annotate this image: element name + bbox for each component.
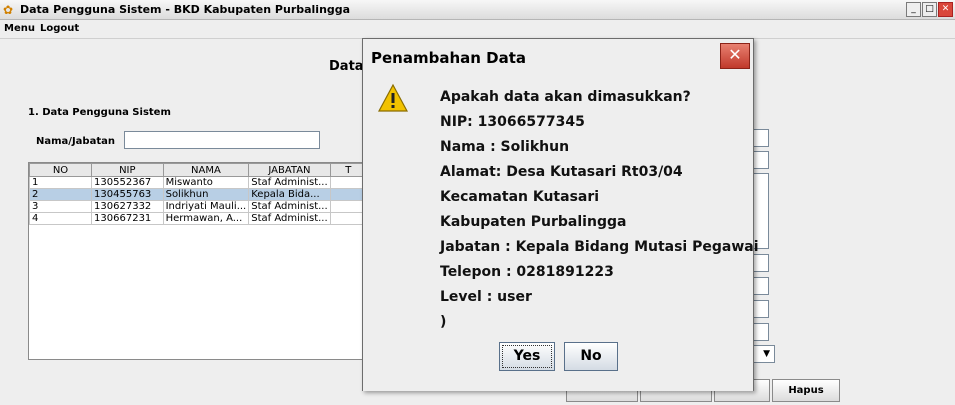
table-cell: 130667231 (91, 212, 164, 225)
dialog-body: Apakah data akan dimasukkan? NIP: 130665… (363, 73, 759, 391)
close-icon[interactable]: ✕ (720, 43, 750, 69)
table-cell: 1 (29, 176, 93, 189)
table-cell: Kepala Bida... (248, 188, 331, 201)
column-header-jabatan[interactable]: JABATAN (248, 163, 331, 177)
table-cell: 3 (29, 200, 93, 213)
table-cell: Solikhun (162, 188, 250, 201)
window-title: Data Pengguna Sistem - BKD Kabupaten Pur… (20, 3, 351, 16)
table-cell: Staf Administ... (248, 200, 331, 213)
table-row[interactable]: 3 130627332 Indriyati Mauli... Staf Admi… (29, 200, 367, 213)
window-controls: _ □ ✕ (906, 2, 953, 17)
menu-bar: Menu Logout (0, 20, 955, 39)
dialog-message-line: ) (440, 314, 447, 330)
page-title: Data (329, 59, 364, 74)
dialog-message-line: Nama : Solikhun (440, 139, 570, 155)
column-header-nip[interactable]: NIP (91, 163, 164, 177)
table-cell: 130455763 (91, 188, 164, 201)
table-cell: Hermawan, A... (162, 212, 250, 225)
section-label: 1. Data Pengguna Sistem (28, 107, 171, 118)
table-cell: 2 (29, 188, 93, 201)
warning-icon (377, 83, 409, 112)
dialog-message-line: Kabupaten Purbalingga (440, 214, 627, 230)
table-row-selected[interactable]: 2 130455763 Solikhun Kepala Bida... (29, 188, 367, 201)
delete-button[interactable]: Hapus (772, 379, 840, 402)
table-cell: 130552367 (91, 176, 164, 189)
minimize-icon[interactable]: _ (906, 2, 921, 17)
maximize-icon[interactable]: □ (922, 2, 937, 17)
menu-item-menu[interactable]: Menu (4, 23, 35, 34)
dialog-message-line: Level : user (440, 289, 532, 305)
table-cell: Staf Administ... (248, 212, 331, 225)
table-cell: Staf Administ... (248, 176, 331, 189)
dialog-message-line: Apakah data akan dimasukkan? (440, 89, 691, 105)
menu-item-logout[interactable]: Logout (40, 23, 79, 34)
yes-button[interactable]: Yes (499, 342, 555, 371)
dialog-title: Penambahan Data (371, 49, 527, 67)
table-cell: Indriyati Mauli... (162, 200, 250, 213)
window-close-icon[interactable]: ✕ (938, 2, 953, 17)
table-row[interactable]: 4 130667231 Hermawan, A... Staf Administ… (29, 212, 367, 225)
dialog-message-line: NIP: 13066577345 (440, 114, 585, 130)
search-input[interactable] (124, 131, 320, 149)
search-label: Nama/Jabatan (36, 136, 115, 147)
dialog-message-line: Jabatan : Kepala Bidang Mutasi Pegawai (440, 239, 759, 255)
chevron-down-icon: ▼ (763, 349, 770, 359)
confirmation-dialog: Penambahan Data ✕ Apakah data akan dimas… (362, 38, 759, 391)
column-header-nama[interactable]: NAMA (162, 163, 250, 177)
user-table[interactable]: NO NIP NAMA JABATAN T 1 130552367 Miswan… (28, 162, 368, 360)
dialog-message-line: Kecamatan Kutasari (440, 189, 600, 205)
dialog-message-line: Telepon : 0281891223 (440, 264, 614, 280)
app-icon: ✿ (3, 3, 14, 17)
title-bar: ✿ Data Pengguna Sistem - BKD Kabupaten P… (0, 0, 955, 20)
table-cell: Miswanto (162, 176, 250, 189)
table-header: NO NIP NAMA JABATAN T (29, 163, 367, 177)
level-select[interactable]: ▼ (751, 345, 775, 363)
dialog-message-line: Alamat: Desa Kutasari Rt03/04 (440, 164, 683, 180)
table-cell: 130627332 (91, 200, 164, 213)
column-header-no[interactable]: NO (29, 163, 93, 177)
no-button[interactable]: No (564, 342, 618, 371)
table-row[interactable]: 1 130552367 Miswanto Staf Administ... (29, 176, 367, 189)
table-cell: 4 (29, 212, 93, 225)
